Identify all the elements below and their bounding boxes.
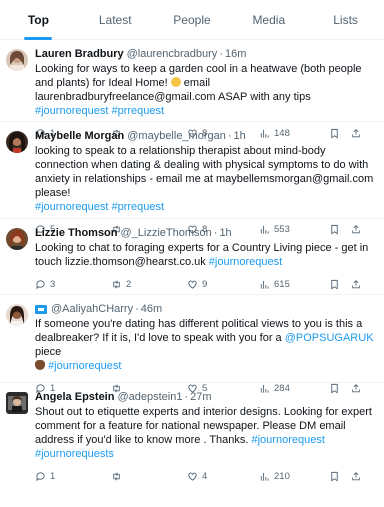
author-name[interactable]: Lauren Bradbury — [35, 47, 124, 61]
flag-icon — [35, 304, 47, 314]
retweet-button[interactable]: 2 — [111, 279, 187, 290]
tweet[interactable]: Maybelle Morgan @maybelle_morgan · 1h lo… — [0, 122, 384, 235]
views-count: 210 — [274, 470, 290, 482]
avatar[interactable] — [6, 392, 28, 414]
timestamp[interactable]: 27m — [190, 390, 211, 404]
avatar[interactable] — [6, 49, 28, 71]
hashtag-link[interactable]: #journorequest — [48, 360, 121, 372]
views-icon — [260, 472, 269, 481]
avatar[interactable] — [6, 131, 28, 153]
like-count: 9 — [202, 278, 208, 290]
tab-latest[interactable]: Latest — [77, 0, 154, 39]
author-name[interactable]: Lizzie Thomson — [35, 226, 118, 240]
bookmark-icon — [331, 471, 338, 481]
tab-people[interactable]: People — [154, 0, 231, 39]
tweet-text: looking to speak to a relationship thera… — [35, 144, 376, 214]
tweet[interactable]: Angela Epstein @adepstein1 · 27m Shout o… — [0, 383, 384, 482]
separator-dot: · — [135, 303, 139, 315]
author-handle[interactable]: @_LizzieThomson — [121, 226, 212, 240]
share-button[interactable] — [351, 279, 365, 290]
timestamp[interactable]: 1h — [234, 129, 246, 143]
hashtag-link[interactable]: #prrequest — [111, 201, 164, 213]
coffee-emoji-icon — [35, 360, 45, 370]
tweet-actions: 1 4 210 — [35, 463, 376, 489]
share-icon — [352, 279, 360, 288]
hashtag-link[interactable]: #journorequest — [35, 201, 108, 213]
author-name[interactable]: Maybelle Morgan — [35, 129, 124, 143]
tweet-text: Looking to chat to foraging experts for … — [35, 241, 376, 269]
timestamp[interactable]: 16m — [225, 47, 246, 61]
bookmark-button[interactable] — [329, 471, 351, 482]
mention-link[interactable]: @POPSUGARUK — [285, 332, 374, 344]
hashtag-link[interactable]: #journorequest — [209, 256, 282, 268]
reply-icon — [36, 279, 45, 289]
tweet-actions: 3 2 9 615 — [35, 271, 376, 297]
retweet-count: 2 — [126, 278, 132, 290]
tab-media[interactable]: Media — [230, 0, 307, 39]
tab-lists[interactable]: Lists — [307, 0, 384, 39]
heart-icon — [188, 280, 197, 289]
separator-dot: · — [219, 48, 223, 60]
text-segment: piece — [35, 346, 62, 358]
tweet[interactable]: Lizzie Thomson @_LizzieThomson · 1h Look… — [0, 219, 384, 295]
reply-count: 1 — [50, 470, 56, 482]
avatar[interactable] — [6, 228, 28, 250]
timestamp[interactable]: 46m — [141, 302, 162, 316]
tab-top[interactable]: Top — [0, 0, 77, 39]
bookmark-icon — [331, 279, 338, 289]
author-handle[interactable]: @adepstein1 — [117, 390, 182, 404]
hashtag-link[interactable]: #journorequest — [35, 105, 108, 117]
reply-count: 3 — [50, 278, 56, 290]
views-count: 615 — [274, 278, 290, 290]
author-handle[interactable]: @laurencbradbury — [127, 47, 218, 61]
text-segment: looking to speak to a relationship thera… — [35, 145, 374, 199]
author-handle[interactable]: @AaliyahCHarry — [51, 302, 133, 316]
reply-button[interactable]: 1 — [35, 471, 111, 482]
heart-icon — [188, 472, 197, 481]
smiley-emoji-icon — [170, 77, 181, 87]
author-name[interactable]: Angela Epstein — [35, 390, 114, 404]
views-button[interactable]: 615 — [259, 279, 329, 290]
reply-button[interactable]: 3 — [35, 279, 111, 290]
reply-icon — [36, 471, 45, 481]
hashtag-link[interactable]: #journorequest — [252, 434, 325, 446]
share-button[interactable] — [351, 471, 365, 482]
like-count: 4 — [202, 470, 208, 482]
timestamp[interactable]: 1h — [219, 226, 231, 240]
tweet-text: Looking for ways to keep a garden cool i… — [35, 62, 376, 118]
separator-dot: · — [227, 130, 232, 142]
like-button[interactable]: 9 — [187, 279, 259, 290]
separator-dot: · — [213, 227, 218, 239]
hashtag-link[interactable]: #prrequest — [111, 105, 164, 117]
avatar[interactable] — [6, 304, 28, 326]
tweet-text: If someone you're dating has different p… — [35, 317, 376, 373]
text-segment: Looking to chat to foraging experts for … — [35, 242, 369, 268]
views-icon — [260, 280, 269, 289]
search-results: Top Latest People Media Lists Lauren Bra… — [0, 0, 384, 507]
share-icon — [352, 471, 360, 480]
separator-dot: · — [184, 391, 189, 403]
author-handle[interactable]: @maybelle_morgan — [127, 129, 226, 143]
tweet-text: Shout out to etiquette experts and inter… — [35, 405, 376, 461]
retweet-button[interactable] — [111, 471, 187, 482]
views-button[interactable]: 210 — [259, 471, 329, 482]
bookmark-button[interactable] — [329, 279, 351, 290]
tab-bar: Top Latest People Media Lists — [0, 0, 384, 40]
retweet-icon — [113, 280, 120, 288]
retweet-icon — [113, 472, 120, 480]
like-button[interactable]: 4 — [187, 471, 259, 482]
tweet[interactable]: Lauren Bradbury @laurencbradbury · 16m L… — [0, 40, 384, 139]
hashtag-link[interactable]: #journorequests — [35, 448, 114, 460]
tweet[interactable]: @AaliyahCHarry · 46m If someone you're d… — [0, 295, 384, 394]
